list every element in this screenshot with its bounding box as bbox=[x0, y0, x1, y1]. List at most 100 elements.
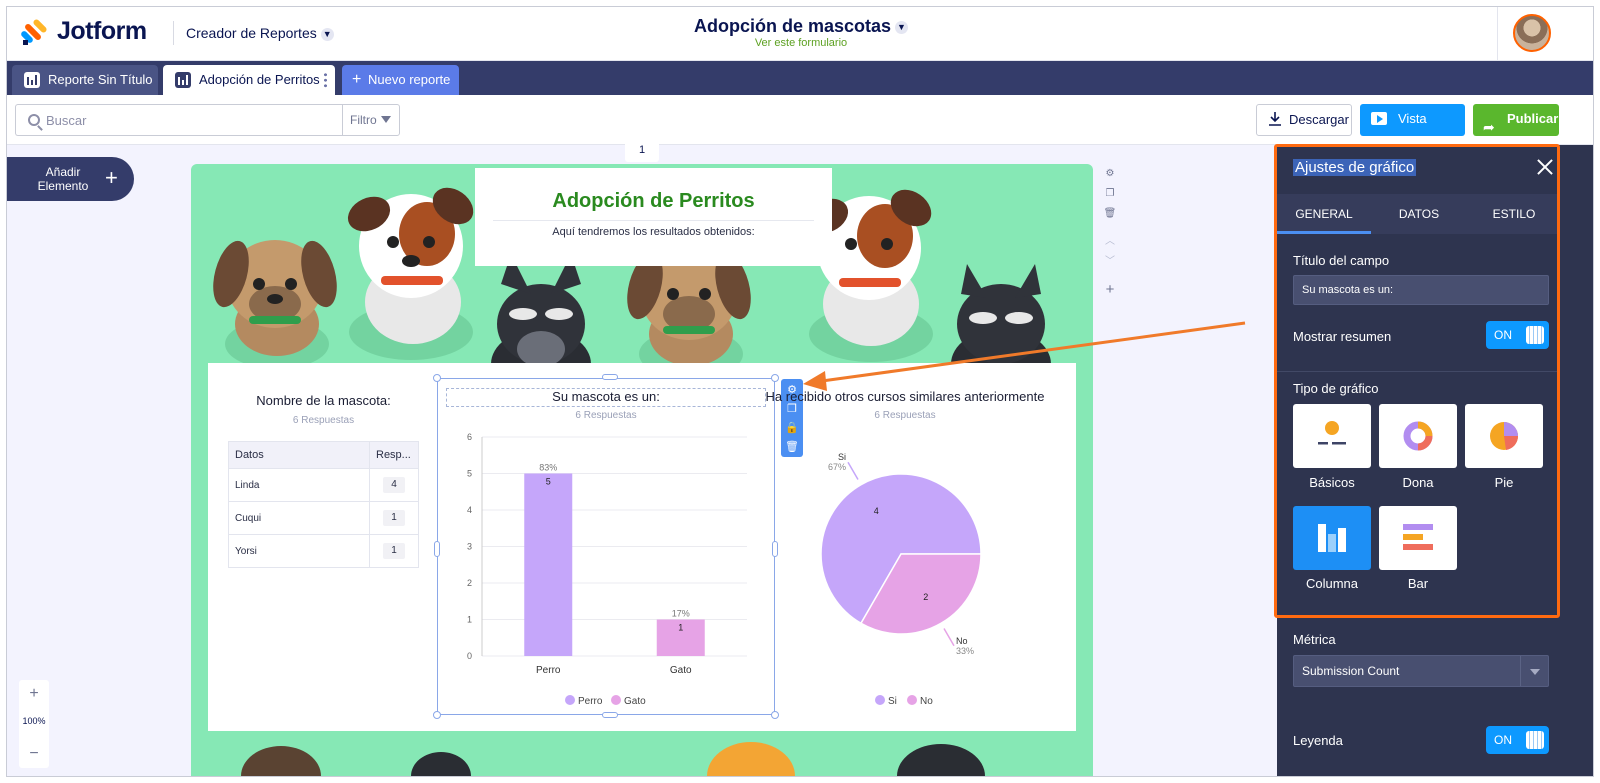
share-arrow-icon: ➦ bbox=[1483, 119, 1495, 135]
legend-swatch bbox=[565, 695, 575, 705]
resize-handle[interactable] bbox=[434, 541, 440, 557]
chevron-up-icon[interactable]: ︿ bbox=[1099, 233, 1121, 251]
column-header[interactable]: Resp... bbox=[369, 441, 419, 469]
new-report-button[interactable]: + Nuevo reporte bbox=[342, 65, 459, 95]
view-form-link[interactable]: Ver este formulario bbox=[7, 37, 1593, 49]
resize-handle[interactable] bbox=[772, 541, 778, 557]
charts-panel: Nombre de la mascota: 6 Respuestas Datos… bbox=[208, 363, 1076, 731]
tab-adopcion-de-perritos[interactable]: Adopción de Perritos bbox=[163, 65, 335, 95]
resize-handle[interactable] bbox=[433, 711, 441, 719]
filter-label: Filtro bbox=[350, 113, 377, 127]
report-subtitle: Aquí tendremos los resultados obtenidos: bbox=[552, 226, 755, 238]
pie-percent-label: 33% bbox=[956, 646, 974, 656]
zoom-control: + 100% − bbox=[19, 680, 49, 768]
dog-pug-center bbox=[627, 252, 751, 379]
y-tick-label: 1 bbox=[467, 615, 472, 625]
row-count: 1 bbox=[383, 510, 405, 526]
divider bbox=[493, 220, 814, 221]
legend-label: Si bbox=[888, 696, 897, 707]
pie-chart-title[interactable]: Ha recibido otros cursos similares anter… bbox=[760, 389, 1050, 404]
table-row: Linda 4 bbox=[228, 468, 419, 502]
play-icon bbox=[1371, 112, 1387, 125]
resize-handle[interactable] bbox=[433, 374, 441, 382]
row-count: 1 bbox=[383, 543, 405, 559]
plus-icon: + bbox=[352, 71, 362, 88]
report-header-card[interactable]: Adopción de Perritos Aquí tendremos los … bbox=[475, 168, 832, 266]
report-chart-icon bbox=[24, 72, 40, 88]
form-title-label: Adopción de mascotas bbox=[693, 16, 892, 36]
pie-percent-label: 67% bbox=[828, 462, 846, 472]
download-icon bbox=[1269, 112, 1281, 126]
add-page-plus-icon[interactable]: + bbox=[1099, 281, 1121, 299]
trash-icon[interactable]: 🗑 bbox=[1099, 205, 1121, 223]
download-label: Descargar bbox=[1289, 112, 1349, 127]
table-row: Yorsi 1 bbox=[228, 534, 419, 568]
resize-handle[interactable] bbox=[771, 374, 779, 382]
report-chart-icon bbox=[175, 72, 191, 88]
add-element-button[interactable]: Añadir Elemento + bbox=[7, 157, 134, 201]
bar-chart-responses: 6 Respuestas bbox=[575, 410, 637, 421]
table-widget-title[interactable]: Nombre de la mascota: bbox=[228, 393, 419, 408]
caret-down-icon bbox=[1520, 656, 1548, 686]
table-widget-responses: 6 Respuestas bbox=[292, 415, 355, 426]
filter-funnel-icon bbox=[381, 116, 391, 123]
app-window: Jotform Creador de Reportes ▼ Adopción de… bbox=[6, 6, 1594, 777]
legend-toggle[interactable]: ON bbox=[1486, 726, 1549, 754]
kebab-menu-icon[interactable] bbox=[324, 72, 327, 88]
search-icon bbox=[28, 114, 40, 126]
zoom-level: 100% bbox=[22, 716, 46, 726]
search-input[interactable] bbox=[46, 105, 336, 135]
row-count-cell: 1 bbox=[369, 534, 419, 568]
toggle-knob-icon bbox=[1526, 731, 1544, 749]
gear-icon[interactable]: ⚙ bbox=[1099, 165, 1121, 183]
report-title: Adopción de Perritos bbox=[552, 190, 755, 212]
pie-value-label: 2 bbox=[923, 592, 928, 602]
bar bbox=[524, 473, 573, 656]
zoom-out-button[interactable]: − bbox=[19, 742, 49, 766]
bar-value-label: 5 bbox=[546, 477, 551, 487]
user-avatar[interactable] bbox=[1513, 14, 1551, 52]
data-table: Datos Resp... Linda 4 Cuqui 1 Yorsi 1 bbox=[228, 441, 419, 568]
duplicate-icon[interactable]: ❐ bbox=[1099, 185, 1121, 203]
pie-chart: 4Si67%2No33%Si No bbox=[820, 452, 982, 707]
filter-button[interactable]: Filtro bbox=[342, 104, 400, 136]
y-tick-label: 4 bbox=[467, 505, 472, 515]
x-tick-label: Gato bbox=[670, 665, 692, 676]
row-name: Yorsi bbox=[228, 534, 370, 568]
highlight-box bbox=[1274, 144, 1560, 618]
resize-handle[interactable] bbox=[602, 374, 618, 380]
download-button[interactable]: Descargar bbox=[1256, 104, 1352, 136]
form-title[interactable]: Adopción de mascotas ▼ bbox=[7, 16, 1593, 37]
bar-chart-title[interactable]: Su mascota es un: bbox=[446, 389, 766, 404]
row-count-cell: 1 bbox=[369, 501, 419, 535]
column-header[interactable]: Datos bbox=[228, 441, 370, 469]
zoom-in-button[interactable]: + bbox=[19, 682, 49, 706]
bar-percent-label: 83% bbox=[539, 463, 557, 473]
new-report-label: Nuevo reporte bbox=[368, 72, 451, 87]
metric-select[interactable]: Submission Count bbox=[1293, 655, 1549, 687]
y-tick-label: 0 bbox=[467, 651, 472, 661]
pie-chart-responses: 6 Respuestas bbox=[874, 410, 936, 421]
row-count-cell: 4 bbox=[369, 468, 419, 502]
legend-label: Leyenda bbox=[1293, 733, 1343, 748]
toolbar: Filtro Descargar Vista previa ➦ Publicar bbox=[7, 95, 1593, 156]
y-tick-label: 2 bbox=[467, 578, 472, 588]
chevron-down-icon[interactable]: ﹀ bbox=[1099, 253, 1121, 271]
legend-label: No bbox=[920, 696, 933, 707]
y-tick-label: 6 bbox=[467, 432, 472, 442]
preview-button[interactable]: Vista previa bbox=[1360, 104, 1465, 156]
publish-button[interactable]: ➦ Publicar bbox=[1473, 104, 1559, 136]
y-tick-label: 5 bbox=[467, 469, 472, 479]
top-bar: Jotform Creador de Reportes ▼ Adopción de… bbox=[7, 7, 1593, 61]
table-header-row: Datos Resp... bbox=[228, 441, 419, 469]
metric-value: Submission Count bbox=[1302, 664, 1400, 678]
page-number: 1 bbox=[625, 142, 659, 162]
pie-category-label: No bbox=[956, 636, 968, 646]
table-row: Cuqui 1 bbox=[228, 501, 419, 535]
toggle-state: ON bbox=[1494, 733, 1512, 747]
row-count: 4 bbox=[383, 477, 405, 493]
tab-reporte-sin-titulo[interactable]: Reporte Sin Título bbox=[12, 65, 158, 95]
tab-label: Adopción de Perritos bbox=[199, 72, 320, 87]
dog-pug-left bbox=[213, 240, 337, 369]
resize-handle[interactable] bbox=[771, 711, 779, 719]
